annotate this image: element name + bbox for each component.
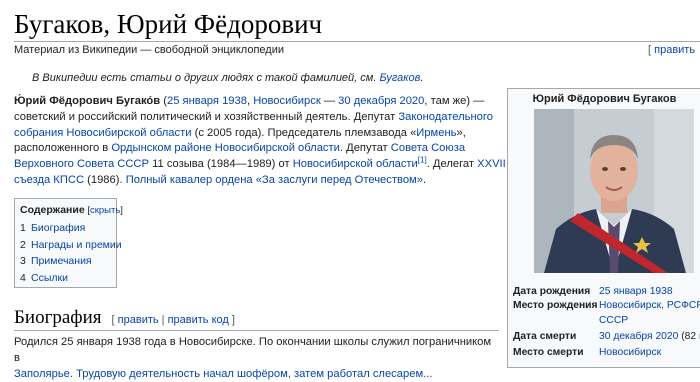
biography-paragraph: Родился 25 января 1938 года в Новосибирс…	[14, 336, 492, 380]
toc-item-links[interactable]: 4 Ссылки	[20, 270, 122, 287]
edit-page-link-label[interactable]: править	[654, 44, 695, 56]
infobox-birth-place-link[interactable]: Новосибирск, РСФСР, СССР	[599, 299, 700, 328]
reference-1[interactable]: [1]	[418, 155, 427, 164]
toc-item-biography[interactable]: 1 Биография	[20, 220, 122, 237]
infobox: Юрий Фёдорович Бугаков Дата рождения 25 …	[507, 88, 700, 368]
section-edit-links: [ править | править код ]	[111, 314, 235, 326]
toc-title: Содержание	[20, 204, 85, 216]
link-birth-date[interactable]: 25 января 1938	[167, 95, 247, 107]
link-death-date[interactable]: 30 декабря 2020	[338, 95, 424, 107]
table-of-contents: Содержание [скрыть] 1 Биография 2 Награды …	[14, 198, 123, 288]
infobox-death-date-link[interactable]: 30 декабря 2020	[599, 331, 678, 342]
toc-list: 1 Биография 2 Награды и премии 3 Примечания…	[20, 220, 122, 286]
toc-hide-toggle[interactable]: скрыть	[90, 205, 120, 216]
hatnote: В Википедии есть статьи о других людях с…	[32, 72, 424, 84]
link-irmen[interactable]: Ирмень	[416, 127, 456, 139]
section-heading-biography: Биография[ править | править код ]	[14, 307, 235, 328]
title-divider	[14, 41, 700, 42]
link-order[interactable]: Полный кавалер ордена «За заслуги перед …	[126, 174, 423, 186]
link-novosibirsk-oblast[interactable]: Новосибирской области	[293, 158, 418, 170]
section-edit-code-button[interactable]: править код	[168, 314, 229, 326]
edit-page-link[interactable]: [ править	[648, 43, 695, 57]
hatnote-link-bugakov[interactable]: Бугаков	[379, 72, 420, 84]
infobox-title: Юрий Фёдорович Бугаков	[532, 93, 677, 105]
lead-paragraph: Ю́рий Фёдорович Бугако́в (25 января 1938…	[14, 95, 506, 186]
link-birth-place[interactable]: Новосибирск	[253, 95, 321, 107]
toc-header: Содержание [скрыть]	[20, 204, 123, 216]
infobox-birth-date-link[interactable]: 25 января 1938	[599, 285, 700, 300]
portrait-illustration	[534, 109, 694, 273]
toc-item-notes[interactable]: 3 Примечания	[20, 253, 122, 270]
site-tagline: Материал из Википедии — свободной энцикл…	[14, 44, 284, 56]
link-ordynsky-district[interactable]: Ордынском районе Новосибирской области	[111, 142, 340, 154]
subject-name: Ю́рий Фёдорович Бугако́в	[14, 95, 161, 107]
portrait-photo[interactable]	[534, 109, 694, 273]
section-edit-button[interactable]: править	[118, 314, 159, 326]
infobox-death-place-link[interactable]: Новосибирск	[599, 346, 700, 361]
section-divider	[14, 330, 499, 331]
link-arctic[interactable]: Заполярье. Трудовую деятельность начал ш…	[14, 368, 432, 380]
page-title: Бугаков, Юрий Фёдорович	[14, 9, 323, 39]
toc-item-awards[interactable]: 2 Награды и премии	[20, 237, 122, 254]
